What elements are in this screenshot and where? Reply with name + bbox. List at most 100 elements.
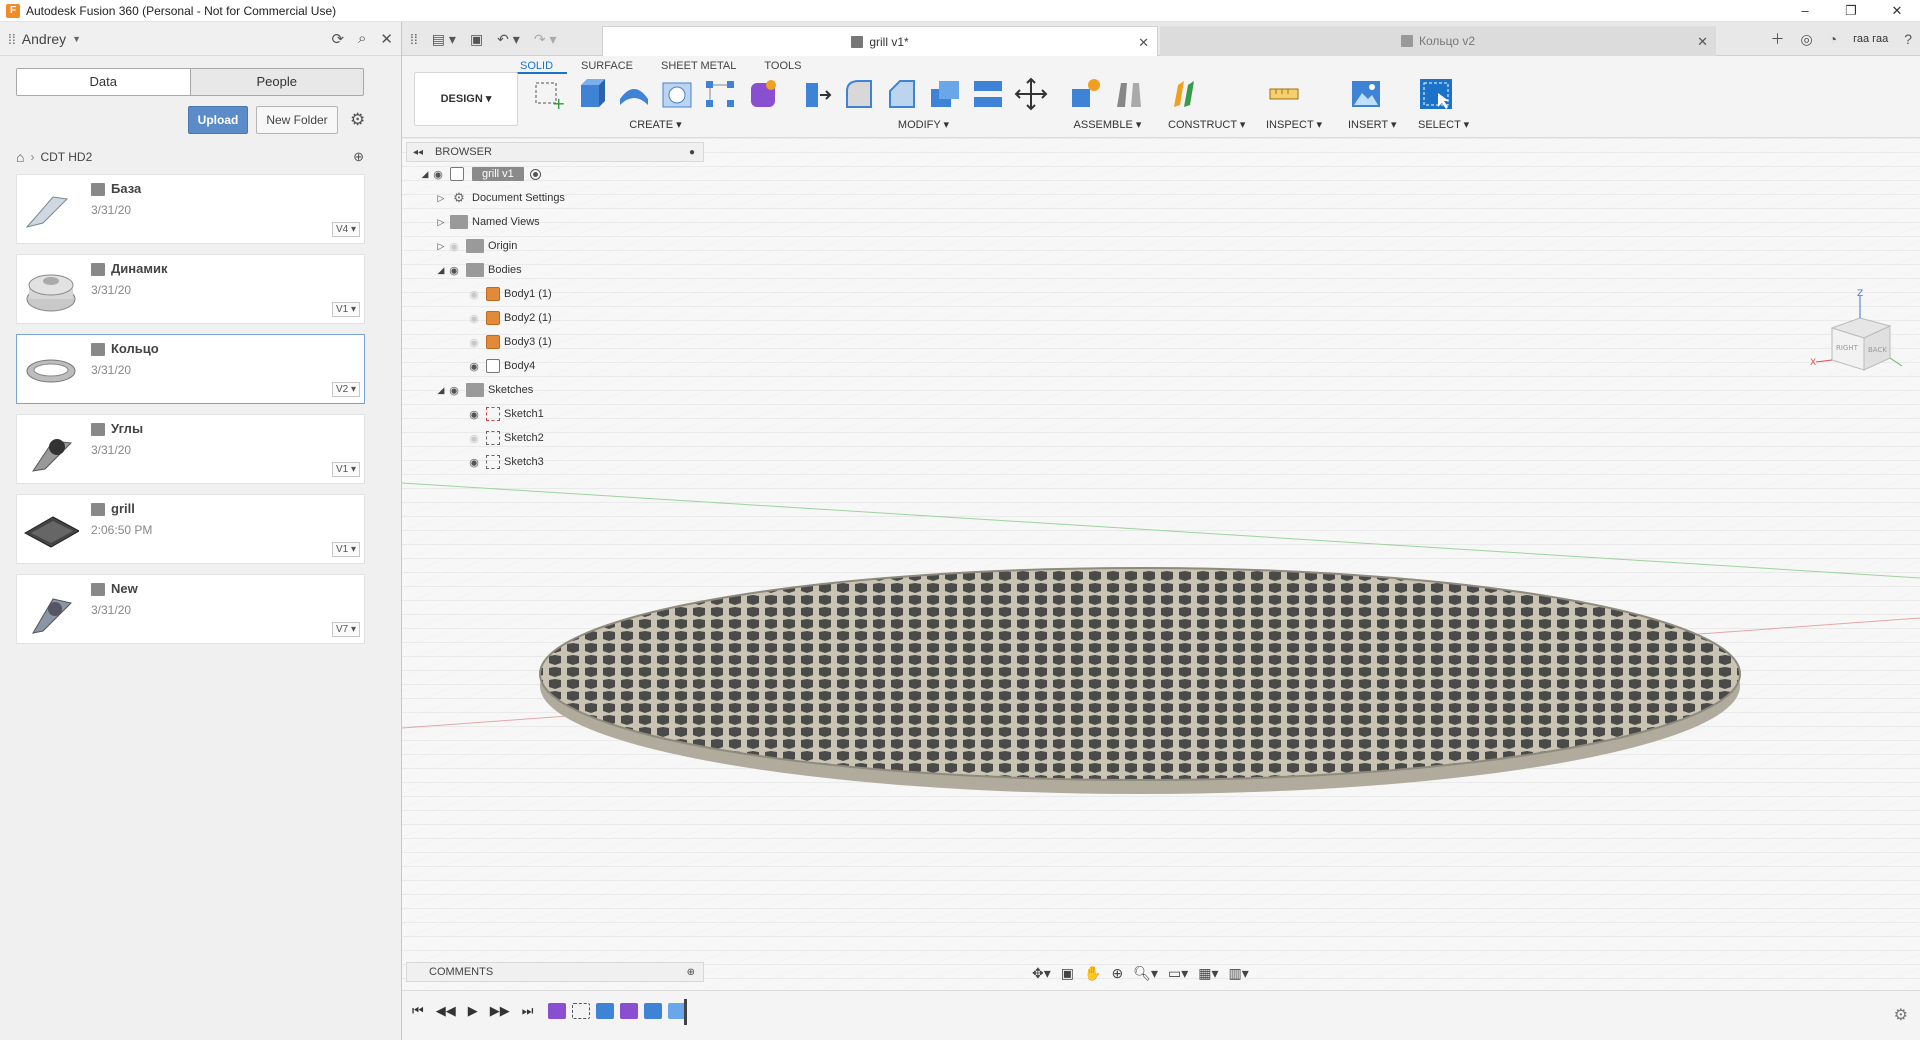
grid-settings-icon[interactable]: ▦▾: [1198, 965, 1218, 982]
version-badge[interactable]: V1 ▾: [331, 462, 360, 477]
visibility-eye-icon[interactable]: ◉: [430, 168, 446, 181]
home-icon[interactable]: ⌂: [16, 149, 24, 165]
extrude-icon[interactable]: [573, 77, 609, 111]
construct-menu[interactable]: CONSTRUCT ▾: [1168, 118, 1245, 131]
visibility-eye-icon[interactable]: ◉: [466, 288, 482, 301]
measure-icon[interactable]: [1266, 77, 1302, 111]
inspect-menu[interactable]: INSPECT ▾: [1266, 118, 1322, 131]
expand-toggle-icon[interactable]: ◢: [420, 169, 430, 180]
refresh-icon[interactable]: ⟳: [331, 30, 344, 48]
upload-button[interactable]: Upload: [188, 106, 248, 134]
revolve-icon[interactable]: [616, 77, 652, 111]
comments-add-icon[interactable]: ⊕: [687, 967, 695, 978]
visibility-eye-icon[interactable]: ◉: [466, 408, 482, 421]
tree-item-body3[interactable]: ◉ Body3 (1): [406, 330, 706, 354]
close-panel-icon[interactable]: ✕: [380, 30, 393, 48]
look-at-icon[interactable]: ▣: [1061, 965, 1074, 982]
expand-toggle-icon[interactable]: ◢: [436, 265, 446, 276]
tab-people[interactable]: People: [191, 69, 364, 95]
expand-toggle-icon[interactable]: ▷: [436, 217, 446, 228]
timeline-extrude-icon[interactable]: [596, 1003, 614, 1019]
document-tab-active[interactable]: grill v1* ✕: [602, 26, 1158, 56]
job-status-icon[interactable]: ◔: [1829, 31, 1837, 47]
chevron-down-icon[interactable]: ▼: [72, 34, 81, 44]
tab-surface[interactable]: SURFACE: [567, 58, 647, 74]
play-icon[interactable]: ▶: [468, 1003, 478, 1019]
form-icon[interactable]: [745, 77, 781, 111]
version-badge[interactable]: V1 ▾: [331, 542, 360, 557]
move-icon[interactable]: [1013, 77, 1049, 111]
fillet-icon[interactable]: [841, 77, 877, 111]
new-tab-icon[interactable]: ＋: [1770, 29, 1784, 49]
visibility-eye-icon[interactable]: ◉: [446, 384, 462, 397]
version-badge[interactable]: V1 ▾: [331, 302, 360, 317]
joint-icon[interactable]: [1111, 77, 1147, 111]
tree-item-body1[interactable]: ◉ Body1 (1): [406, 282, 706, 306]
step-back-icon[interactable]: ◀◀: [436, 1003, 456, 1019]
timeline-pattern-icon[interactable]: [644, 1003, 662, 1019]
viewcube[interactable]: RIGHT BACK Z X: [1810, 288, 1910, 378]
tree-item-origin[interactable]: ▷ ◉ Origin: [406, 234, 706, 258]
new-component-icon[interactable]: [1068, 77, 1104, 111]
zoom-window-icon[interactable]: ⊕: [1111, 965, 1123, 982]
close-tab-icon[interactable]: ✕: [1697, 34, 1708, 50]
create-menu[interactable]: CREATE ▾: [530, 118, 781, 131]
press-pull-icon[interactable]: [798, 77, 834, 111]
tab-tools[interactable]: TOOLS: [750, 58, 815, 74]
tree-item-body4[interactable]: ◉ Body4: [406, 354, 706, 378]
timeline-form-icon[interactable]: [620, 1003, 638, 1019]
go-to-start-icon[interactable]: ⏮: [412, 1003, 424, 1019]
orbit-icon[interactable]: ✥▾: [1032, 965, 1051, 982]
grill-model[interactable]: [539, 567, 1741, 781]
apps-grid-icon[interactable]: ⁞⁞: [410, 31, 418, 47]
visibility-eye-icon[interactable]: ◉: [466, 456, 482, 469]
workspace-switcher[interactable]: DESIGN ▾: [414, 72, 518, 126]
comments-panel[interactable]: COMMENTS ⊕: [406, 962, 704, 982]
apps-grid-icon[interactable]: ⁞⁞: [8, 31, 16, 47]
restore-button[interactable]: ❐: [1828, 0, 1874, 22]
zoom-icon[interactable]: 🔍︎▾: [1133, 965, 1158, 982]
close-window-button[interactable]: ✕: [1874, 0, 1920, 22]
file-card[interactable]: База 3/31/20 V4 ▾: [16, 174, 365, 244]
assemble-menu[interactable]: ASSEMBLE ▾: [1068, 118, 1147, 131]
modify-menu[interactable]: MODIFY ▾: [798, 118, 1049, 131]
insert-menu[interactable]: INSERT ▾: [1348, 118, 1397, 131]
save-icon[interactable]: ▣: [470, 31, 483, 48]
chamfer-icon[interactable]: [884, 77, 920, 111]
hole-icon[interactable]: [659, 77, 695, 111]
user-menu[interactable]: Andrey: [22, 31, 66, 47]
browser-pin-icon[interactable]: ●: [689, 147, 695, 158]
globe-icon[interactable]: ⊕: [353, 149, 364, 165]
pan-icon[interactable]: ✋: [1084, 965, 1101, 982]
tree-item-document-settings[interactable]: ▷ ⚙ Document Settings: [406, 186, 706, 210]
tree-item-sketches[interactable]: ◢ ◉ Sketches: [406, 378, 706, 402]
tree-root[interactable]: ◢ ◉ grill v1: [406, 162, 706, 186]
timeline-marker[interactable]: [684, 999, 687, 1025]
minimize-button[interactable]: –: [1782, 0, 1828, 22]
timeline-settings-gear-icon[interactable]: ⚙: [1894, 1005, 1908, 1025]
file-card[interactable]: Кольцо 3/31/20 V2 ▾: [16, 334, 365, 404]
visibility-eye-icon[interactable]: ◉: [446, 240, 462, 253]
file-card[interactable]: Динамик 3/31/20 V1 ▾: [16, 254, 365, 324]
redo-icon[interactable]: ↷ ▾: [534, 31, 557, 48]
help-icon[interactable]: ?: [1904, 31, 1912, 47]
tab-data[interactable]: Data: [17, 69, 191, 95]
close-tab-icon[interactable]: ✕: [1138, 35, 1149, 51]
version-badge[interactable]: V4 ▾: [331, 222, 360, 237]
file-card[interactable]: grill 2:06:50 PM V1 ▾: [16, 494, 365, 564]
display-settings-icon[interactable]: ▭▾: [1168, 965, 1188, 982]
collapse-panel-icon[interactable]: ◂◂: [413, 147, 423, 158]
visibility-eye-icon[interactable]: ◉: [466, 312, 482, 325]
file-menu-icon[interactable]: ▤ ▾: [432, 31, 456, 48]
tree-item-bodies[interactable]: ◢ ◉ Bodies: [406, 258, 706, 282]
tree-item-sketch1[interactable]: ◉ Sketch1: [406, 402, 706, 426]
tree-item-sketch2[interactable]: ◉ Sketch2: [406, 426, 706, 450]
select-menu[interactable]: SELECT ▾: [1418, 118, 1469, 131]
expand-toggle-icon[interactable]: ▷: [436, 193, 446, 204]
visibility-eye-icon[interactable]: ◉: [446, 264, 462, 277]
expand-toggle-icon[interactable]: ▷: [436, 241, 446, 252]
version-badge[interactable]: V2 ▾: [331, 382, 360, 397]
visibility-eye-icon[interactable]: ◉: [466, 336, 482, 349]
file-card[interactable]: Углы 3/31/20 V1 ▾: [16, 414, 365, 484]
activate-radio-icon[interactable]: [529, 168, 541, 180]
